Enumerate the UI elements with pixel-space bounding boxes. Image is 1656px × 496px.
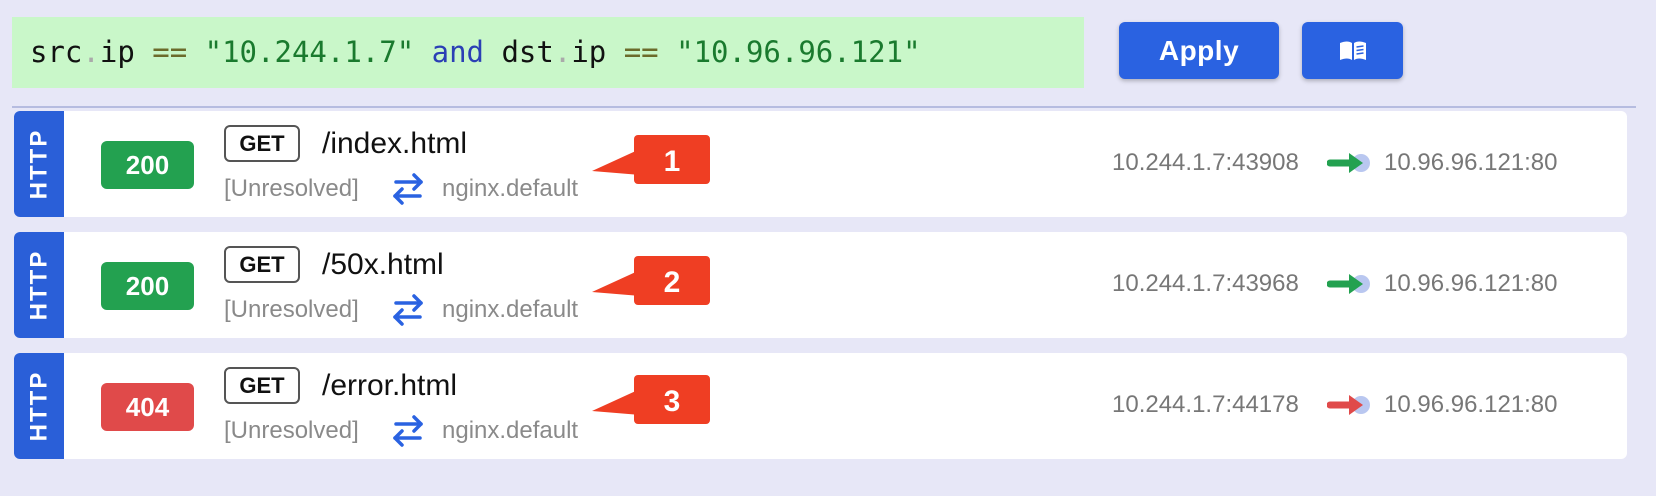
flow-direction-icon bbox=[1327, 153, 1370, 173]
http-method: GET bbox=[239, 372, 285, 398]
callout-number: 2 bbox=[664, 266, 681, 299]
traffic-entry[interactable]: HTTP 200 GET /index.html [Unresolved] ng… bbox=[14, 111, 1627, 217]
http-method-badge: GET bbox=[224, 246, 300, 283]
source-name: [Unresolved] bbox=[224, 417, 359, 444]
filter-token: . bbox=[82, 35, 100, 69]
protocol-badge: HTTP bbox=[14, 353, 64, 459]
book-icon bbox=[1339, 41, 1366, 60]
destination-address: 10.96.96.121:80 bbox=[1384, 391, 1558, 418]
status-code-badge: 200 bbox=[101, 262, 194, 310]
source-name: [Unresolved] bbox=[224, 175, 359, 202]
protocol-label: HTTP bbox=[25, 370, 53, 442]
filter-token: ip bbox=[99, 35, 153, 69]
filter-token bbox=[659, 35, 676, 69]
source-name: [Unresolved] bbox=[224, 296, 359, 323]
source-address: 10.244.1.7:43908 bbox=[1112, 149, 1299, 176]
swap-arrows-icon bbox=[393, 173, 423, 205]
callout-marker: 2 bbox=[592, 256, 710, 305]
source-address: 10.244.1.7:44178 bbox=[1112, 391, 1299, 418]
divider bbox=[12, 106, 1636, 108]
filter-token bbox=[414, 35, 431, 69]
service-name: nginx.default bbox=[442, 175, 579, 202]
filter-token: src bbox=[30, 35, 83, 69]
filter-token bbox=[187, 35, 204, 69]
callout-number: 1 bbox=[664, 145, 681, 178]
status-code: 404 bbox=[125, 391, 170, 422]
callout-number: 3 bbox=[664, 385, 681, 418]
protocol-badge: HTTP bbox=[14, 111, 64, 217]
service-name: nginx.default bbox=[442, 296, 579, 323]
protocol-label: HTTP bbox=[25, 128, 53, 200]
apply-button[interactable]: Apply bbox=[1119, 22, 1279, 79]
traffic-entry[interactable]: HTTP 404 GET /error.html [Unresolved] ng… bbox=[14, 353, 1627, 459]
apply-button-label: Apply bbox=[1158, 34, 1240, 66]
filter-token: dst bbox=[484, 35, 554, 69]
filter-input[interactable]: src.ip == "10.244.1.7" and dst.ip == "10… bbox=[12, 17, 1084, 88]
filter-token: "10.96.96.121" bbox=[676, 35, 921, 69]
callout-marker: 1 bbox=[592, 135, 710, 184]
filter-token: == bbox=[623, 35, 659, 69]
status-code-badge: 404 bbox=[101, 383, 194, 431]
http-method: GET bbox=[239, 251, 285, 277]
status-code: 200 bbox=[125, 149, 170, 180]
filter-token: == bbox=[152, 35, 188, 69]
filter-token: and bbox=[431, 35, 485, 69]
destination-address: 10.96.96.121:80 bbox=[1384, 270, 1558, 297]
docs-button[interactable] bbox=[1302, 22, 1403, 79]
swap-arrows-icon bbox=[393, 415, 423, 447]
protocol-badge: HTTP bbox=[14, 232, 64, 338]
request-path: /error.html bbox=[322, 369, 458, 402]
source-address: 10.244.1.7:43968 bbox=[1112, 270, 1299, 297]
request-path: /50x.html bbox=[322, 248, 444, 281]
filter-token: "10.244.1.7" bbox=[204, 35, 415, 69]
filter-token: ip bbox=[571, 35, 624, 69]
http-method-badge: GET bbox=[224, 125, 300, 162]
destination-address: 10.96.96.121:80 bbox=[1384, 149, 1558, 176]
flow-direction-icon bbox=[1327, 274, 1370, 294]
http-method-badge: GET bbox=[224, 367, 300, 404]
swap-arrows-icon bbox=[393, 294, 423, 326]
callout-marker: 3 bbox=[592, 375, 710, 424]
filter-token: . bbox=[553, 35, 572, 69]
flow-direction-icon bbox=[1327, 395, 1370, 415]
http-method: GET bbox=[239, 130, 285, 156]
status-code-badge: 200 bbox=[101, 141, 194, 189]
request-path: /index.html bbox=[322, 127, 468, 160]
status-code: 200 bbox=[125, 270, 170, 301]
protocol-label: HTTP bbox=[25, 249, 53, 321]
traffic-entry[interactable]: HTTP 200 GET /50x.html [Unresolved] ngin… bbox=[14, 232, 1627, 338]
service-name: nginx.default bbox=[442, 417, 579, 444]
